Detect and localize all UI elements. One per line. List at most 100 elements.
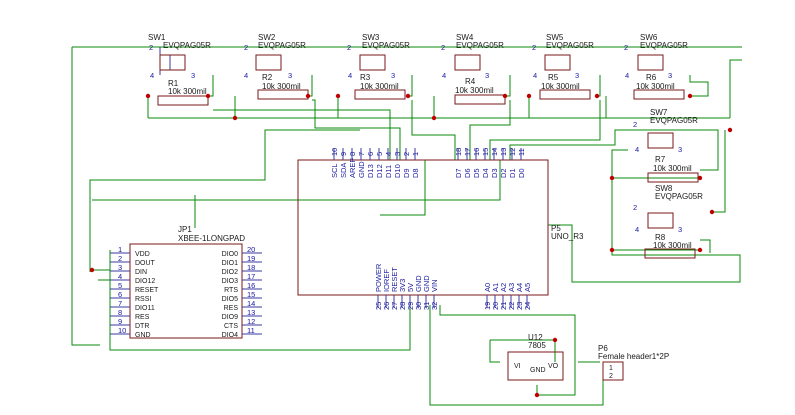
uno-top-pin-number: 14 [490,148,499,156]
sw2-value: EVQPAG05R [258,41,306,50]
r2-ref: R2 [262,73,273,82]
uno-top-pin-name: D2 [499,168,508,178]
switch-sw5[interactable]: SW5 EVQPAG05R 2 4 3 [532,33,594,80]
xbee-left-pin-number: 3 [118,263,122,272]
uno-top-pin-name: D8 [411,168,420,178]
xbee-left-pin-name: RSSI [135,296,151,303]
r6-ref: R6 [646,73,657,82]
xbee-left-pin-name: DIN [135,269,147,276]
xbee-right-pin-name: DIO3 [222,278,238,285]
uno-bottom-pin-name: VIN [430,279,439,292]
uno-top-pin-number: 3 [393,152,402,156]
sw3-value: EVQPAG05R [362,41,410,50]
header-pin1: 1 [609,365,613,372]
resistor-r3[interactable]: R3 10k 300mil [354,73,406,100]
r5-ref: R5 [548,73,559,82]
xbee-left-pin-number: 8 [118,308,122,317]
uno-top-pin-name: D12 [375,164,384,178]
xbee-left-pin-name: DIO12 [135,278,155,285]
uno-top-pin-number: 4 [384,152,393,156]
r5-body [539,89,591,100]
sw2-body [255,54,282,71]
xbee-left-pin-name: RES [135,314,150,321]
uno-top-pin-number: 5 [375,152,384,156]
uno-top-pin-number: 16 [472,148,481,156]
uno-top-pin-name: D11 [384,165,393,178]
xbee-right-pin-number: 12 [247,317,255,326]
switch-sw1[interactable]: SW1 EVQPAG05R 2 4 3 [148,33,211,80]
uno-top-pin-number: 13 [499,148,508,156]
xbee-right-pin-name: DIO5 [222,296,238,303]
sw2-pin3: 3 [288,71,292,80]
sw1-body [159,54,186,71]
sw8-body [647,212,674,229]
switch-sw8[interactable]: SW8 EVQPAG05R 2 4 3 [633,184,703,234]
sw1-value: EVQPAG05R [163,41,211,50]
uno-top-pin-number: 18 [454,148,463,156]
xbee-left-pin-number: 4 [118,272,122,281]
uno-bottom-pin-number: 32 [430,302,439,310]
uno-top-pin-name: D4 [481,168,490,178]
resistor-r2[interactable]: R2 10k 300mil [257,73,309,100]
uno-top-pin-number: 15 [481,148,490,156]
xbee-left-pin-number: 5 [118,281,122,290]
sw6-pin2: 2 [624,43,628,52]
uno-top-pin-name: D1 [508,168,517,178]
switch-sw2[interactable]: SW2 EVQPAG05R 2 4 3 [244,33,306,80]
xbee-left-pin-number: 1 [118,245,122,254]
uno-bottom-pin-name: A5 [523,283,532,292]
xbee-value: XBEE-1LONGPAD [178,234,245,243]
r3-body [354,89,406,100]
xbee-module[interactable]: JP1 XBEE-1LONGPAD 1 VDD 2 DOUT 3 DIN 4 DIO12 5 RE… [110,225,262,339]
resistor-r8[interactable]: R8 10k 300mil [644,233,696,259]
resistor-r5[interactable]: R5 10k 300mil [539,73,591,100]
xbee-right-pin-number: 16 [247,281,255,290]
r1-body [157,95,209,106]
xbee-right-pin-number: 19 [247,254,255,263]
xbee-right-pin-number: 14 [247,299,255,308]
switch-sw4[interactable]: SW4 EVQPAG05R 2 4 3 [441,33,504,80]
xbee-right-pin-number: 17 [247,272,255,281]
sw5-pin3: 3 [575,71,579,80]
xbee-left-pin-number: 10 [118,326,126,335]
uno-top-pin-name: D3 [490,168,499,178]
uno-top-pin-name: D13 [366,164,375,178]
schematic-canvas: SW1 EVQPAG05R 2 4 3 SW2 EVQPAG05R 2 4 3 … [71,33,742,406]
uno-top-pin-name: D6 [463,168,472,178]
resistor-r6[interactable]: R6 10k 300mil [633,73,685,100]
r2-body [257,89,309,100]
xbee-left-pins: 1 VDD 2 DOUT 3 DIN 4 DIO12 5 RESET 6 RSSI 7 DIO11 8 RES… [110,245,159,339]
arduino-uno[interactable]: P5 UNO_R3 10SCL9SDA8AREF7GND6D135D124D11… [297,148,584,310]
sw5-pin2: 2 [532,43,536,52]
sw8-pin3: 3 [678,225,682,234]
sw5-body [544,54,571,71]
uno-body [297,159,549,296]
sw3-pin3: 3 [391,71,395,80]
sw8-value: EVQPAG05R [655,192,703,201]
xbee-right-pin-number: 20 [247,245,255,254]
uno-value: UNO_R3 [551,232,584,241]
uno-top-pins: 10SCL9SDA8AREF7GND6D135D124D113D102D91D8… [330,148,526,178]
xbee-right-pin-number: 18 [247,263,255,272]
sw7-body [647,132,674,149]
uno-top-pin-name: SCL [330,163,339,178]
sw4-body [454,54,481,71]
resistor-r1[interactable]: R1 10k 300mil [157,79,209,106]
xbee-left-pin-number: 6 [118,290,122,299]
switch-sw3[interactable]: SW3 EVQPAG05R 2 4 3 [347,33,410,80]
resistor-r4[interactable]: R4 10k 300mil [454,77,506,105]
sw1-pin4: 4 [150,71,154,80]
switch-sw7[interactable]: SW7 EVQPAG05R 2 4 3 [633,108,698,154]
sw6-value: EVQPAG05R [640,41,688,50]
sw7-pin3: 3 [678,145,682,154]
r4-value: 10k 300mil [455,86,494,95]
r6-body [633,89,685,100]
uno-top-pin-number: 8 [348,152,357,156]
xbee-left-pin-number: 2 [118,254,122,263]
sw7-pin4: 4 [635,145,639,154]
uno-top-pin-name: D5 [472,168,481,178]
female-header-p6[interactable]: P6 Female header1*2P 1 2 [598,344,669,381]
sw6-pin3: 3 [668,71,672,80]
uno-bottom-pin-number: 24 [523,302,532,310]
uno-bottom-pins: POWER25IOREF26RESET273V3285V29GND30GND31… [374,263,532,310]
